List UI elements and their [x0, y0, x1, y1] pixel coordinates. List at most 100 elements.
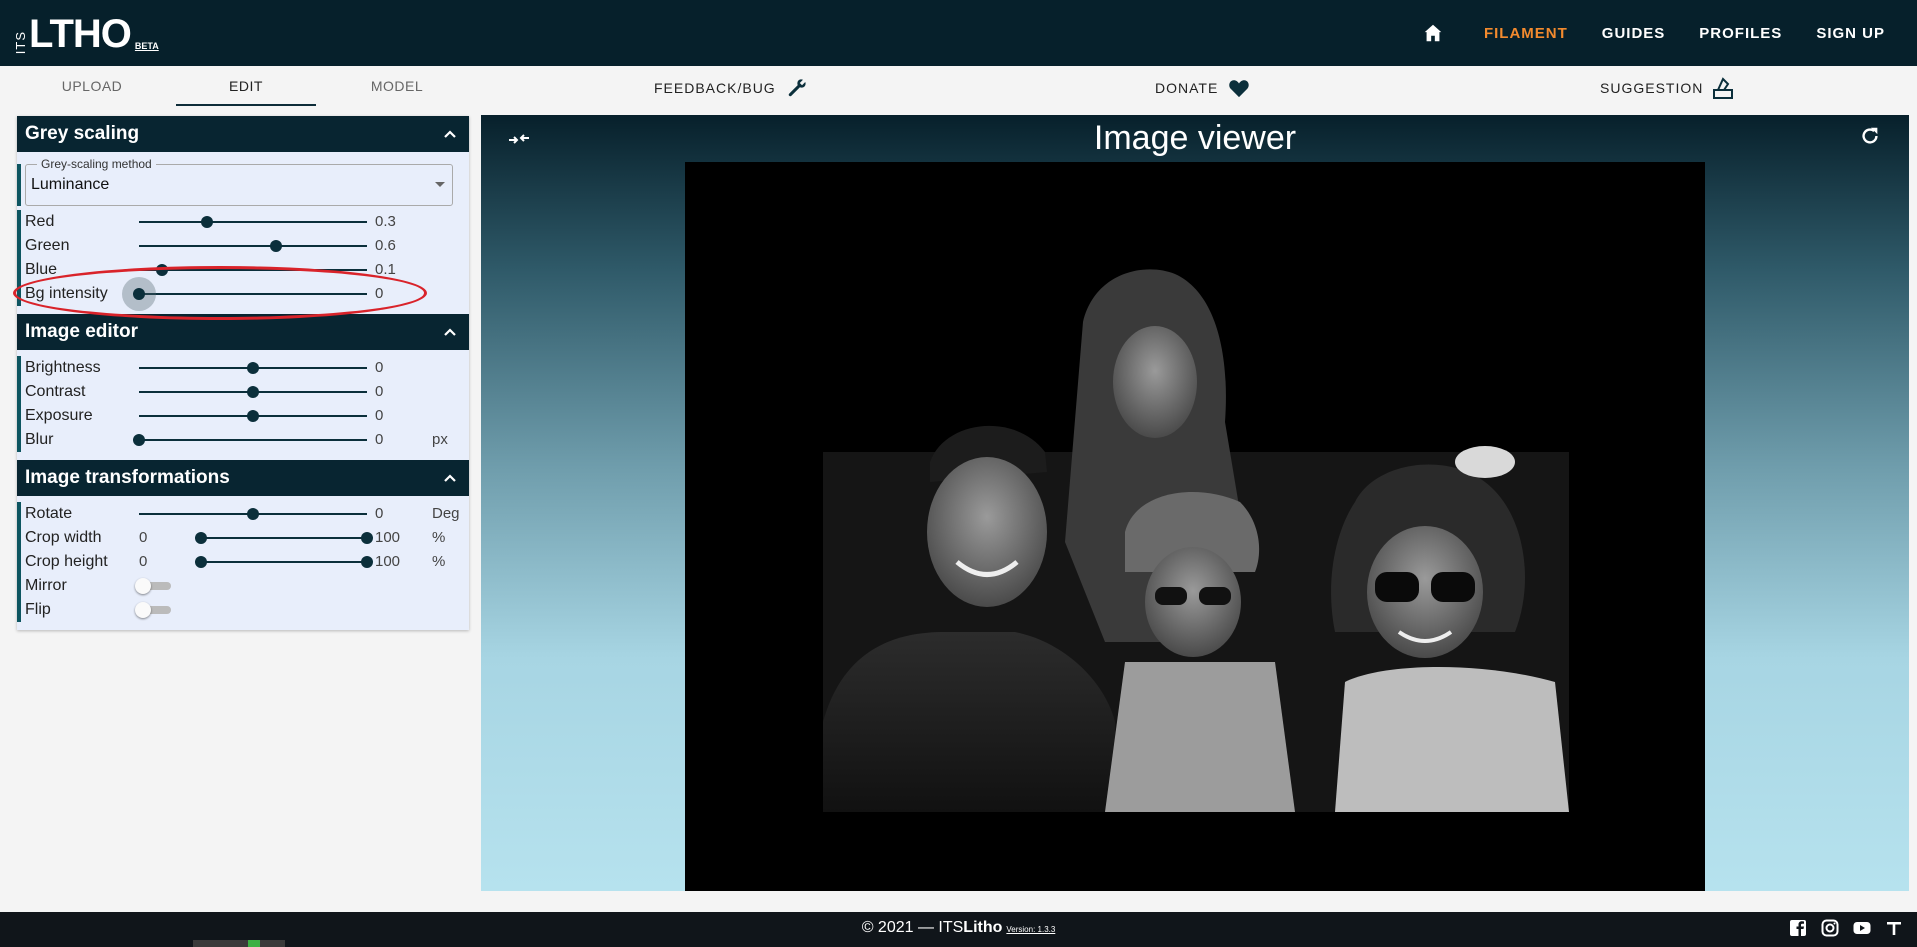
rotate-slider-thumb[interactable] [247, 508, 259, 520]
brightness-slider-row: Brightness 0 [17, 356, 461, 380]
feedback-label: FEEDBACK/BUG [654, 80, 776, 96]
blue-slider-track[interactable] [139, 269, 367, 271]
crop-height-range-track[interactable] [201, 561, 367, 563]
crop-height-min: 0 [139, 553, 148, 570]
flip-toggle-row: Flip [17, 598, 461, 622]
grey-scaling-title: Grey scaling [25, 123, 140, 144]
contrast-label: Contrast [25, 383, 86, 400]
crop-height-max: 100 [375, 553, 401, 570]
tab-upload[interactable]: UPLOAD [22, 66, 162, 106]
crop-height-label: Crop height [25, 553, 108, 570]
taskbar-indicator [248, 940, 260, 947]
brightness-label: Brightness [25, 359, 101, 376]
select-value: Luminance [31, 176, 110, 193]
copyright-prefix: © 2021 — ITS [861, 919, 964, 936]
blur-unit: px [432, 431, 448, 448]
blue-slider-thumb[interactable] [156, 264, 168, 276]
instagram-icon[interactable] [1821, 919, 1839, 937]
image-editor-body: Brightness 0 Contrast 0 Exposure 0 Blur … [17, 350, 469, 460]
image-transformations-title: Image transformations [25, 467, 230, 488]
nav-sign-up[interactable]: SIGN UP [1816, 25, 1885, 42]
home-icon[interactable] [1422, 22, 1444, 44]
exposure-slider-row: Exposure 0 [17, 404, 461, 428]
crop-width-min: 0 [139, 529, 148, 546]
blue-value: 0.1 [375, 261, 396, 278]
feedback-bug-link[interactable]: FEEDBACK/BUG [654, 66, 808, 110]
brightness-slider-thumb[interactable] [247, 362, 259, 374]
image-canvas[interactable] [685, 162, 1705, 891]
mirror-label: Mirror [25, 577, 67, 594]
crop-width-range-track[interactable] [201, 537, 367, 539]
settings-panel: Grey scaling Grey-scaling method Luminan… [13, 116, 469, 630]
nav-filament[interactable]: FILAMENT [1484, 25, 1568, 42]
logo[interactable]: ITS LTHO BETA [13, 10, 159, 56]
crop-width-max: 100 [375, 529, 401, 546]
red-slider-thumb[interactable] [201, 216, 213, 228]
tab-model[interactable]: MODEL [327, 66, 467, 106]
crop-width-max-thumb[interactable] [361, 532, 373, 544]
select-legend: Grey-scaling method [37, 157, 156, 171]
thingiverse-icon[interactable] [1885, 919, 1903, 937]
bg-intensity-slider-thumb[interactable] [133, 288, 145, 300]
crop-height-min-thumb[interactable] [195, 556, 207, 568]
wrench-icon [788, 79, 806, 97]
crop-height-slider-row: Crop height 0 100 % [17, 550, 461, 574]
rotate-unit: Deg [432, 505, 460, 522]
red-slider-track[interactable] [139, 221, 367, 223]
crop-width-label: Crop width [25, 529, 102, 546]
bg-intensity-label: Bg intensity [25, 285, 108, 302]
image-editor-header[interactable]: Image editor [17, 314, 469, 350]
refresh-icon[interactable] [1859, 125, 1881, 147]
chevron-up-icon[interactable] [443, 325, 457, 339]
contrast-slider-thumb[interactable] [247, 386, 259, 398]
mirror-switch-knob[interactable] [135, 578, 151, 594]
image-transformations-header[interactable]: Image transformations [17, 460, 469, 496]
donate-link[interactable]: DONATE [1155, 66, 1250, 110]
green-value: 0.6 [375, 237, 396, 254]
suggestion-label: SUGGESTION [1600, 80, 1704, 96]
logo-beta-badge: BETA [134, 41, 159, 51]
bg-intensity-slider-row: Bg intensity 0 [13, 266, 461, 320]
ballot-icon [1713, 77, 1734, 99]
logo-main: LTHO [29, 12, 132, 56]
blur-value: 0 [375, 431, 384, 448]
crop-width-min-thumb[interactable] [195, 532, 207, 544]
youtube-icon[interactable] [1853, 919, 1871, 937]
flip-label: Flip [25, 601, 51, 618]
flip-switch-knob[interactable] [135, 602, 151, 618]
contrast-slider-row: Contrast 0 [17, 380, 461, 404]
suggestion-link[interactable]: SUGGESTION [1600, 66, 1734, 110]
green-slider-thumb[interactable] [270, 240, 282, 252]
bg-intensity-value: 0 [375, 285, 384, 302]
exposure-slider-thumb[interactable] [247, 410, 259, 422]
exposure-value: 0 [375, 407, 384, 424]
grey-scaling-body: Grey-scaling method Luminance Red 0.3 Gr… [13, 152, 469, 320]
blue-slider-row: Blue 0.1 [17, 258, 461, 282]
viewer-title: Image viewer [1093, 119, 1297, 157]
facebook-icon[interactable] [1789, 919, 1807, 937]
taskbar-strip [193, 940, 285, 947]
version-link[interactable]: Version: 1.3.3 [1006, 925, 1055, 934]
blur-slider-row: Blur 0 px [17, 428, 461, 452]
blur-slider-thumb[interactable] [133, 434, 145, 446]
main-nav: FILAMENT GUIDES PROFILES SIGN UP [1422, 0, 1885, 66]
copyright: © 2021 — ITSLitho Version: 1.3.3 [0, 919, 1917, 937]
grayscale-photo [823, 269, 1569, 812]
sub-navbar: UPLOAD EDIT MODEL FEEDBACK/BUG DONATE SU… [0, 66, 1917, 110]
image-viewer: Image viewer [481, 115, 1909, 891]
donate-label: DONATE [1155, 80, 1219, 96]
nav-profiles[interactable]: PROFILES [1699, 25, 1782, 42]
chevron-up-icon[interactable] [443, 471, 457, 485]
green-slider-track[interactable] [139, 245, 367, 247]
red-value: 0.3 [375, 213, 396, 230]
grey-scaling-header[interactable]: Grey scaling [17, 116, 469, 152]
blur-slider-track[interactable] [139, 439, 367, 441]
brightness-value: 0 [375, 359, 384, 376]
crop-height-max-thumb[interactable] [361, 556, 373, 568]
bg-intensity-slider-track[interactable] [139, 293, 367, 295]
grey-scaling-method-select[interactable]: Grey-scaling method Luminance [17, 157, 453, 206]
rotate-value: 0 [375, 505, 384, 522]
chevron-up-icon[interactable] [443, 127, 457, 141]
nav-guides[interactable]: GUIDES [1602, 25, 1666, 42]
tab-edit[interactable]: EDIT [176, 66, 316, 106]
